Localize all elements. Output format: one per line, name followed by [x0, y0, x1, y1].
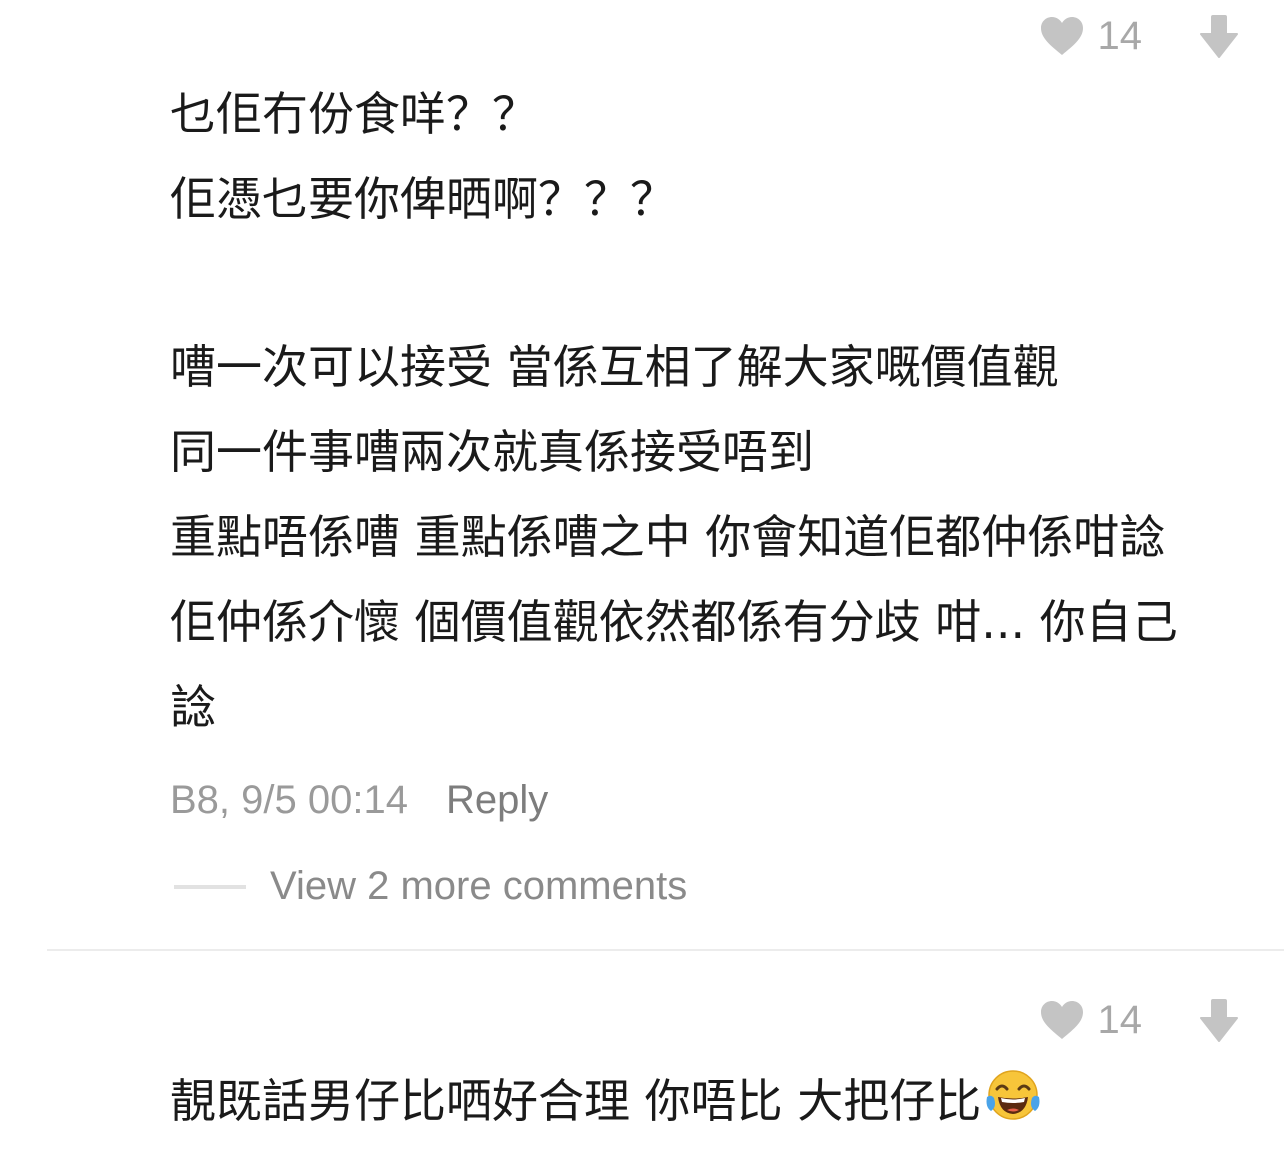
heart-icon	[1040, 1000, 1084, 1040]
comment-2-actions: 14	[1040, 996, 1238, 1044]
view-more-comments-button[interactable]: View 2 more comments	[174, 864, 687, 909]
comment-divider	[47, 949, 1284, 951]
thread-line	[174, 884, 246, 889]
comment-line-text: 靚既話男仔比哂好合理 你唔比 大把仔比	[170, 1074, 982, 1128]
comment-line: 佢仲係介懷 個價值觀依然都係有分歧 咁... 你自己	[170, 595, 1178, 649]
comment-1-text: 乜佢冇份食咩？？ 佢憑乜要你俾晒啊？？？ 嘈一次可以接受 當係互相了解大家嘅價值…	[170, 72, 1250, 750]
comment-line: 重點唔係嘈 重點係嘈之中 你會知道佢都仲係咁諗	[170, 510, 1166, 564]
view-more-label: View 2 more comments	[270, 864, 688, 908]
heart-icon	[1040, 16, 1084, 56]
like-button[interactable]: 14	[1040, 13, 1143, 59]
downvote-arrow-icon[interactable]	[1200, 13, 1238, 59]
comment-1-meta: B8, 9/5 00:14 Reply	[170, 778, 548, 823]
comment-blank-line	[170, 242, 1250, 325]
reply-button[interactable]: Reply	[446, 778, 548, 823]
comment-line: 佢憑乜要你俾晒啊？？？	[170, 172, 676, 226]
comment-line: 靚既話男仔比哂好合理 你唔比 大把仔比	[170, 1059, 1250, 1144]
comment-2-text: 靚既話男仔比哂好合理 你唔比 大把仔比	[170, 1059, 1250, 1144]
comment-line: 同一件事嘈兩次就真係接受唔到	[170, 425, 814, 479]
downvote-arrow-icon[interactable]	[1200, 997, 1238, 1043]
comment-line: 諗	[170, 680, 216, 734]
comment-line: 乜佢冇份食咩？？	[170, 87, 538, 141]
like-count: 14	[1097, 997, 1143, 1042]
like-button[interactable]: 14	[1040, 997, 1143, 1043]
comment-1-actions: 14	[1040, 12, 1238, 60]
like-count: 14	[1097, 13, 1143, 58]
tears-of-joy-emoji-icon	[983, 1067, 1043, 1154]
comment-timestamp: B8, 9/5 00:14	[170, 778, 408, 822]
comment-line: 嘈一次可以接受 當係互相了解大家嘅價值觀	[170, 340, 1059, 394]
